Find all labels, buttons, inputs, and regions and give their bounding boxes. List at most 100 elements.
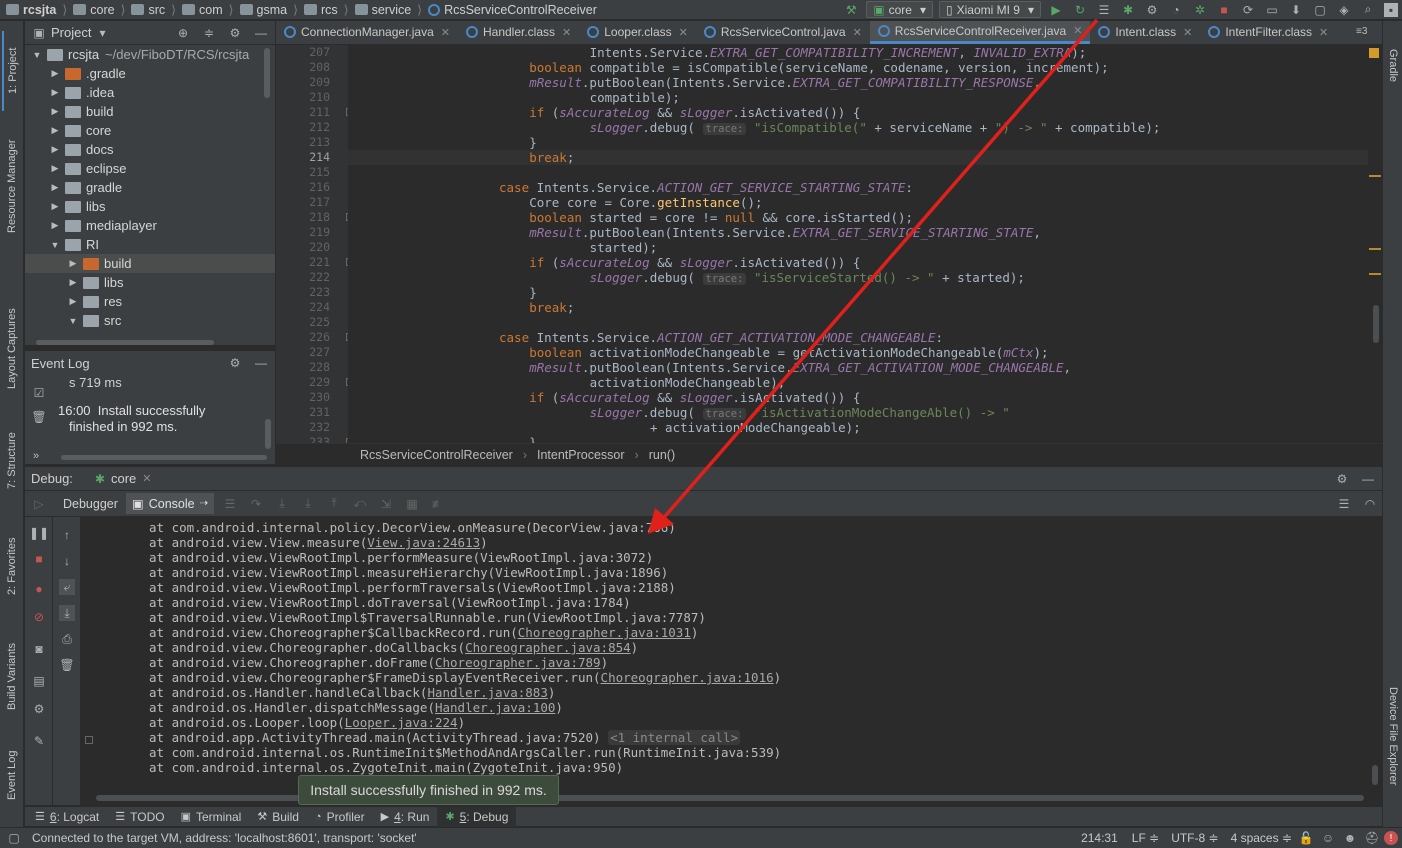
breadcrumb-item[interactable]: src ⟩: [131, 2, 176, 17]
breadcrumb-class[interactable]: RcsServiceControlReceiver: [360, 448, 513, 462]
breadcrumb-item[interactable]: gsma ⟩: [239, 2, 298, 17]
indent-select[interactable]: 4 spaces ≑: [1231, 831, 1292, 845]
chevron-right-icon[interactable]: ▶: [49, 163, 61, 174]
evaluate-icon[interactable]: ▦: [404, 496, 420, 512]
notification-balloon[interactable]: Install successfully finished in 992 ms.: [298, 775, 559, 805]
project-view-select[interactable]: Project: [51, 25, 91, 40]
bottom-tab[interactable]: ▶ 4: Run: [373, 807, 438, 827]
stacktrace-link[interactable]: Looper.java:224: [345, 715, 458, 730]
error-indicator-icon[interactable]: !: [1384, 831, 1398, 845]
tree-item[interactable]: ▶ eclipse: [25, 159, 275, 178]
tree-item[interactable]: ▶ core: [25, 121, 275, 140]
editor-tab[interactable]: Intent.class ✕: [1090, 21, 1200, 44]
breadcrumb-item[interactable]: rcs ⟩: [304, 2, 349, 17]
console-output[interactable]: at com.android.internal.policy.DecorView…: [81, 517, 1382, 805]
gear-icon[interactable]: ⚙: [227, 25, 243, 41]
layout-icon[interactable]: ☰: [1336, 496, 1352, 512]
tree-item[interactable]: ▶ build: [25, 102, 275, 121]
account-icon[interactable]: ▪: [1384, 2, 1398, 17]
tool-windows-icon[interactable]: ▢: [6, 830, 22, 846]
caret-position[interactable]: 214:31: [1081, 831, 1118, 845]
editor-tab[interactable]: IntentFilter.class ✕: [1200, 21, 1336, 44]
breadcrumb-item[interactable]: rcsjta ⟩: [6, 2, 67, 17]
chevron-right-icon[interactable]: ▶: [49, 125, 61, 136]
tool-tab-device-file-explorer[interactable]: Device File Explorer: [1383, 671, 1402, 801]
bottom-tab[interactable]: ◔ Profiler: [307, 807, 373, 827]
code-editor[interactable]: Intents.Service.EXTRA_GET_COMPATIBILITY_…: [348, 45, 1382, 443]
trash-icon[interactable]: 🗑: [31, 409, 47, 425]
close-icon[interactable]: ✕: [562, 26, 571, 39]
step-out-icon[interactable]: ⤒: [326, 496, 342, 512]
chevron-right-icon[interactable]: ▶: [49, 68, 61, 79]
tool-tab-structure[interactable]: 7: Structure: [2, 416, 22, 506]
breadcrumb-item[interactable]: service ⟩: [354, 2, 422, 17]
error-stripe-mark[interactable]: [1369, 273, 1381, 275]
locate-icon[interactable]: ⊕: [175, 25, 191, 41]
error-stripe-mark[interactable]: [1369, 248, 1381, 250]
stacktrace-link[interactable]: Choreographer.java:789: [435, 655, 601, 670]
stacktrace-link[interactable]: Handler.java:883: [427, 685, 547, 700]
console-horizontal-scrollbar[interactable]: [96, 795, 1364, 801]
resume-icon[interactable]: ▷: [31, 496, 47, 512]
gauge-icon[interactable]: ◠: [1362, 496, 1378, 512]
chevron-down-icon[interactable]: ▼: [31, 50, 43, 60]
trash-icon[interactable]: 🗑: [59, 657, 75, 673]
tool-tab-favorites[interactable]: 2: Favorites: [2, 516, 22, 616]
chevron-right-icon[interactable]: ▶: [67, 296, 79, 307]
stacktrace-link[interactable]: Choreographer.java:1031: [518, 625, 691, 640]
minimize-icon[interactable]: —: [253, 25, 269, 41]
camera-icon[interactable]: ◙: [31, 641, 47, 657]
bottom-tab[interactable]: ✱ 5: Debug: [437, 806, 517, 827]
tree-item[interactable]: ▶ .idea: [25, 83, 275, 102]
tree-item[interactable]: ▶ .gradle: [25, 64, 275, 83]
tree-item[interactable]: ▼ RI: [25, 235, 275, 254]
stop-icon[interactable]: ■: [31, 551, 47, 567]
line-separator-select[interactable]: LF ≑: [1132, 831, 1159, 845]
breadcrumb-inner-class[interactable]: IntentProcessor: [537, 448, 625, 462]
chevron-down-icon[interactable]: ▼: [49, 240, 61, 250]
collapsed-calls[interactable]: <1 internal call>: [608, 730, 741, 745]
step-over-icon[interactable]: ↷: [248, 496, 264, 512]
tree-item[interactable]: ▶ libs: [25, 273, 275, 292]
stop-icon[interactable]: ■: [1216, 3, 1232, 17]
tree-item[interactable]: ▼ rcsjta ~/dev/FiboDT/RCS/rcsjta: [25, 45, 275, 64]
bottom-tab[interactable]: ▣ Terminal: [173, 807, 250, 827]
trace-icon[interactable]: ≢: [430, 496, 446, 512]
tab-overflow[interactable]: ≡3: [1356, 26, 1367, 37]
pause-icon[interactable]: ❚❚: [29, 525, 49, 541]
close-icon[interactable]: ✕: [142, 472, 151, 485]
close-icon[interactable]: ✕: [1073, 24, 1082, 37]
drop-frame-icon[interactable]: ⤺: [352, 496, 368, 512]
inspector-icon[interactable]: ⛑: [1364, 830, 1380, 846]
tree-horizontal-scrollbar[interactable]: [36, 340, 214, 345]
stacktrace-link[interactable]: View.java:24613: [367, 535, 480, 550]
chevron-down-icon[interactable]: ▾: [99, 26, 105, 40]
collapse-icon[interactable]: ≑: [201, 25, 217, 41]
print-icon[interactable]: ⎙: [59, 631, 75, 647]
editor-scrollbar[interactable]: [1373, 305, 1379, 343]
chevron-right-icon[interactable]: ▶: [67, 258, 79, 269]
close-icon[interactable]: ✕: [679, 26, 688, 39]
mute-breakpoints-icon[interactable]: ⊘: [31, 609, 47, 625]
stacktrace-link[interactable]: Choreographer.java:854: [465, 640, 631, 655]
pin-icon[interactable]: ✎: [31, 733, 47, 749]
tree-item[interactable]: ▶ mediaplayer: [25, 216, 275, 235]
arrow-up-icon[interactable]: ↑: [59, 527, 75, 543]
hammer-icon[interactable]: ⚒: [843, 3, 859, 17]
chevron-right-icon[interactable]: ▶: [49, 201, 61, 212]
encoding-select[interactable]: UTF-8 ≑: [1171, 831, 1218, 845]
close-icon[interactable]: ✕: [441, 26, 450, 39]
error-stripe-mark[interactable]: [1369, 175, 1381, 177]
view-breakpoints-icon[interactable]: ●: [31, 581, 47, 597]
face-icon[interactable]: ☻: [1342, 830, 1358, 846]
coverage-icon[interactable]: ☰: [1096, 3, 1112, 17]
tab-debugger[interactable]: Debugger: [59, 497, 122, 511]
restore-layout-icon[interactable]: ☰: [222, 496, 238, 512]
breadcrumb-item[interactable]: RcsServiceControlReceiver: [428, 3, 597, 17]
gear-icon[interactable]: ⚙: [31, 701, 47, 717]
editor-tab[interactable]: RcsServiceControlReceiver.java ✕: [869, 21, 1091, 44]
breadcrumb-item[interactable]: com ⟩: [182, 2, 234, 17]
gear-icon[interactable]: ⚙: [1334, 471, 1350, 487]
fold-marker-icon[interactable]: [85, 736, 93, 744]
console-vertical-scrollbar[interactable]: [1372, 765, 1378, 785]
